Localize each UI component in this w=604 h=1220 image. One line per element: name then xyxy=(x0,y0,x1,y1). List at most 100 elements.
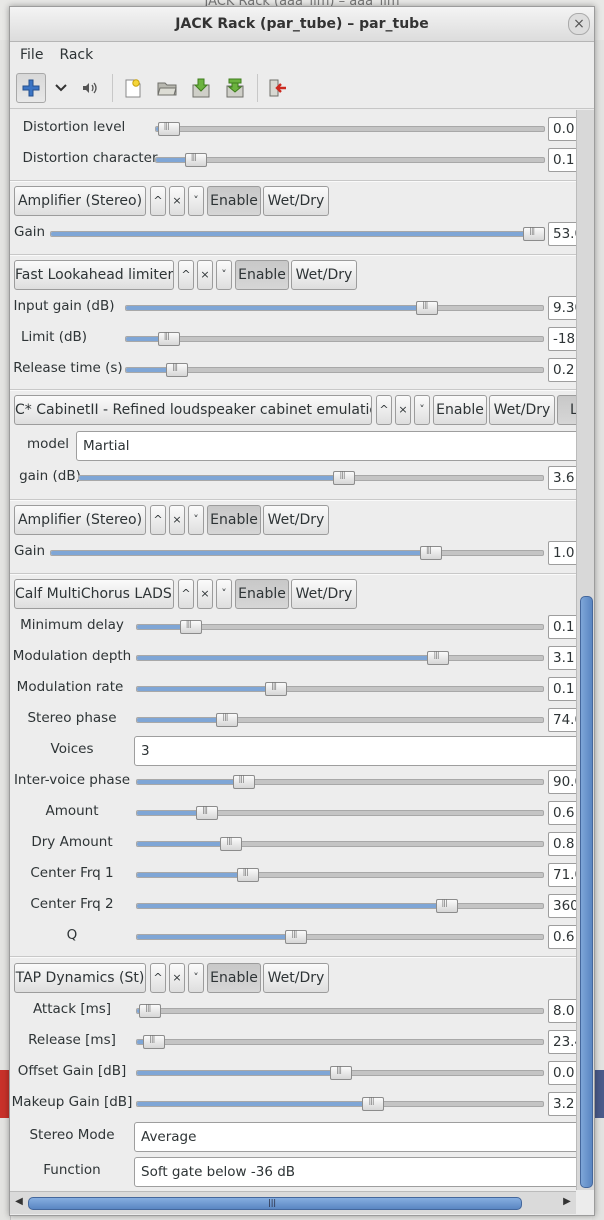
move-up-button[interactable]: ^ xyxy=(150,505,166,535)
save-button[interactable] xyxy=(187,74,215,102)
slider-handle[interactable] xyxy=(139,1003,162,1018)
control-value-spinbox[interactable]: 0.0 xyxy=(548,1061,576,1085)
slider-handle[interactable] xyxy=(143,1034,166,1049)
remove-plugin-button[interactable]: × xyxy=(169,963,185,993)
control-value-spinbox[interactable]: 1.0 xyxy=(548,541,576,565)
wet-dry-toggle-button[interactable]: Wet/Dry xyxy=(263,505,329,535)
move-down-button[interactable]: ˅ xyxy=(188,186,204,216)
plugin-name-button[interactable]: Calf MultiChorus LADSPA xyxy=(14,579,174,609)
remove-plugin-button[interactable]: × xyxy=(169,505,185,535)
move-down-button[interactable]: ˅ xyxy=(414,395,430,425)
move-up-button[interactable]: ^ xyxy=(150,963,166,993)
slider-handle[interactable] xyxy=(157,331,180,346)
control-value-spinbox[interactable]: 0.1 xyxy=(548,615,576,639)
plugin-name-button[interactable]: TAP Dynamics (St) xyxy=(14,963,146,993)
vertical-scroll-thumb[interactable] xyxy=(580,596,593,1188)
slider-handle[interactable] xyxy=(216,712,239,727)
control-value-spinbox[interactable]: 23.4 xyxy=(548,1030,576,1054)
slider-handle[interactable] xyxy=(416,300,439,315)
menu-rack[interactable]: Rack xyxy=(59,47,93,63)
move-up-button[interactable]: ^ xyxy=(376,395,392,425)
enable-toggle-button[interactable]: Enable xyxy=(235,579,289,609)
open-file-button[interactable] xyxy=(153,74,181,102)
slider-handle[interactable] xyxy=(232,774,255,789)
remove-plugin-button[interactable]: × xyxy=(197,579,213,609)
control-value-spinbox[interactable]: 0.0 xyxy=(548,117,576,141)
slider-handle[interactable] xyxy=(362,1096,385,1111)
remove-plugin-button[interactable]: × xyxy=(169,186,185,216)
control-value-spinbox[interactable]: 90.0 xyxy=(548,770,576,794)
enable-toggle-button[interactable]: Enable xyxy=(207,186,261,216)
save-as-button[interactable] xyxy=(221,74,249,102)
lock-toggle-button[interactable]: Lo xyxy=(557,395,576,425)
slider-handle[interactable] xyxy=(285,929,308,944)
plugin-name-button[interactable]: Amplifier (Stereo) xyxy=(14,186,146,216)
close-button[interactable]: × xyxy=(568,13,590,35)
wet-dry-toggle-button[interactable]: Wet/Dry xyxy=(263,963,329,993)
control-combo-box[interactable]: Soft gate below -36 dB xyxy=(134,1157,576,1187)
control-slider[interactable] xyxy=(136,1034,544,1049)
control-slider[interactable] xyxy=(136,836,544,851)
control-value-spinbox[interactable]: 3.2 xyxy=(548,1092,576,1116)
move-down-button[interactable]: ˅ xyxy=(216,579,232,609)
control-value-spinbox[interactable]: 0.1 xyxy=(548,148,576,172)
control-slider[interactable] xyxy=(136,681,544,696)
control-value-spinbox[interactable]: 360 xyxy=(548,894,576,918)
control-combo-box[interactable]: Martial xyxy=(76,431,576,461)
menu-file[interactable]: File xyxy=(20,47,43,63)
slider-handle[interactable] xyxy=(265,681,288,696)
control-slider[interactable] xyxy=(136,929,544,944)
slider-handle[interactable] xyxy=(236,867,259,882)
control-value-spinbox[interactable]: 0.6 xyxy=(548,801,576,825)
wet-dry-toggle-button[interactable]: Wet/Dry xyxy=(263,186,329,216)
control-slider[interactable] xyxy=(136,774,544,789)
control-slider[interactable] xyxy=(50,545,544,560)
slider-handle[interactable] xyxy=(419,545,442,560)
slider-handle[interactable] xyxy=(523,226,546,241)
enable-toggle-button[interactable]: Enable xyxy=(433,395,487,425)
wet-dry-toggle-button[interactable]: Wet/Dry xyxy=(291,260,357,290)
control-slider[interactable] xyxy=(136,898,544,913)
control-slider[interactable] xyxy=(136,1096,544,1111)
move-up-button[interactable]: ^ xyxy=(178,260,194,290)
move-down-button[interactable]: ˅ xyxy=(188,963,204,993)
remove-plugin-button[interactable]: × xyxy=(197,260,213,290)
control-slider[interactable] xyxy=(136,1065,544,1080)
add-plugin-button[interactable] xyxy=(16,73,46,103)
control-slider[interactable] xyxy=(155,152,545,167)
slider-handle[interactable] xyxy=(435,898,458,913)
new-rack-button[interactable] xyxy=(119,74,147,102)
control-slider[interactable] xyxy=(125,300,544,315)
control-value-spinbox[interactable]: 0.8 xyxy=(548,832,576,856)
control-slider[interactable] xyxy=(125,362,544,377)
slider-handle[interactable] xyxy=(330,1065,352,1080)
enable-toggle-button[interactable]: Enable xyxy=(207,963,261,993)
wet-dry-toggle-button[interactable]: Wet/Dry xyxy=(489,395,555,425)
horizontal-scrollbar[interactable]: ◀ ||| ▶ xyxy=(10,1191,576,1214)
control-slider[interactable] xyxy=(155,121,545,136)
plugin-name-button[interactable]: Amplifier (Stereo) xyxy=(14,505,146,535)
move-up-button[interactable]: ^ xyxy=(150,186,166,216)
slider-handle[interactable] xyxy=(427,650,450,665)
plugin-name-button[interactable]: Fast Lookahead limiter xyxy=(14,260,174,290)
jack-connect-button[interactable] xyxy=(76,74,104,102)
control-value-spinbox[interactable]: 71.0 xyxy=(548,863,576,887)
control-value-spinbox[interactable]: 53.0 xyxy=(548,222,576,246)
remove-plugin-button[interactable]: × xyxy=(395,395,411,425)
control-slider[interactable] xyxy=(136,619,544,634)
control-slider[interactable] xyxy=(136,712,544,727)
slider-handle[interactable] xyxy=(333,470,356,485)
slider-handle[interactable] xyxy=(166,362,189,377)
control-slider[interactable] xyxy=(50,226,546,241)
move-down-button[interactable]: ˅ xyxy=(216,260,232,290)
slider-handle[interactable] xyxy=(157,121,180,136)
control-slider[interactable] xyxy=(136,805,544,820)
scroll-right-arrow[interactable]: ▶ xyxy=(560,1195,574,1209)
control-combo-box[interactable]: 3 xyxy=(134,736,576,766)
control-combo-box[interactable]: Average xyxy=(134,1122,576,1152)
control-value-spinbox[interactable]: 0.1 xyxy=(548,677,576,701)
wet-dry-toggle-button[interactable]: Wet/Dry xyxy=(291,579,357,609)
control-slider[interactable] xyxy=(136,650,544,665)
add-plugin-dropdown-button[interactable] xyxy=(52,74,70,102)
control-value-spinbox[interactable]: 74.0 xyxy=(548,708,576,732)
